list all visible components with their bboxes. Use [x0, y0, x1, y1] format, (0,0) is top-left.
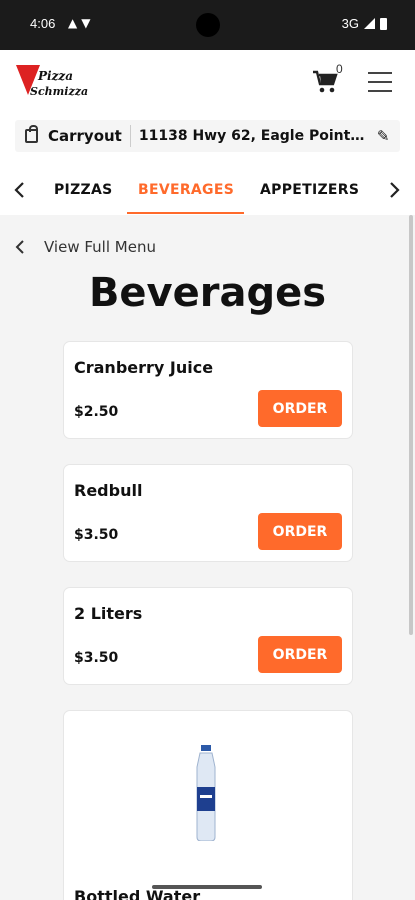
app-header: Pizza Schmizza 0 Carryout 11138 Hwy 62, …: [0, 50, 415, 215]
divider: [129, 125, 131, 147]
shopping-bag-icon: [25, 125, 38, 143]
store-address: 11138 Hwy 62, Eagle Point, OR 97524: [138, 128, 367, 144]
battery-icon: [380, 17, 387, 30]
order-button[interactable]: ORDER: [258, 513, 342, 550]
brand-logo[interactable]: Pizza Schmizza: [16, 65, 94, 103]
tab-pizzas[interactable]: PIZZAS: [54, 182, 113, 198]
home-indicator[interactable]: [152, 885, 262, 889]
tab-beverages[interactable]: BEVERAGES: [138, 182, 234, 198]
hamburger-menu-icon[interactable]: [368, 72, 392, 92]
category-tabs: PIZZAS BEVERAGES APPETIZERS: [0, 170, 415, 215]
item-price: $3.50: [74, 650, 119, 666]
cart-count: 0: [336, 62, 343, 76]
status-right: 3G: [342, 16, 387, 31]
signal-icon: [364, 18, 375, 29]
water-bottle-image: [196, 745, 216, 841]
menu-item-card[interactable]: Cranberry Juice $2.50 ORDER: [63, 341, 353, 439]
menu-item-card[interactable]: Bottled Water: [63, 710, 353, 900]
camera-cutout: [196, 13, 220, 37]
item-name: 2 Liters: [74, 604, 143, 623]
notification-icons: ▲▼: [68, 16, 95, 30]
status-bar: 4:06 ▲▼ 3G: [0, 0, 415, 50]
status-time: 4:06: [30, 16, 56, 31]
order-button[interactable]: ORDER: [258, 390, 342, 427]
chevron-right-icon[interactable]: [384, 180, 406, 202]
active-tab-indicator: [127, 212, 244, 214]
chevron-left-icon[interactable]: [10, 180, 32, 202]
back-label: View Full Menu: [44, 238, 156, 256]
edit-pencil-icon[interactable]: ✎: [377, 127, 390, 145]
cart-icon: [313, 70, 338, 93]
cart-button[interactable]: 0: [310, 62, 350, 100]
view-full-menu-link[interactable]: View Full Menu: [14, 238, 156, 256]
order-button[interactable]: ORDER: [258, 636, 342, 673]
order-type: Carryout: [48, 127, 122, 145]
item-price: $3.50: [74, 527, 119, 543]
back-arrow-icon: [15, 240, 24, 254]
network-type: 3G: [341, 16, 359, 31]
item-name: Cranberry Juice: [74, 358, 214, 377]
menu-item-card[interactable]: Redbull $3.50 ORDER: [63, 464, 353, 562]
item-name: Redbull: [74, 481, 143, 500]
page-title: Beverages: [88, 270, 327, 316]
menu-item-card[interactable]: 2 Liters $3.50 ORDER: [63, 587, 353, 685]
scrollbar[interactable]: [409, 215, 413, 635]
item-price: $2.50: [74, 404, 119, 420]
order-settings-bar[interactable]: Carryout 11138 Hwy 62, Eagle Point, OR 9…: [15, 120, 400, 152]
tab-appetizers[interactable]: APPETIZERS: [260, 182, 359, 198]
